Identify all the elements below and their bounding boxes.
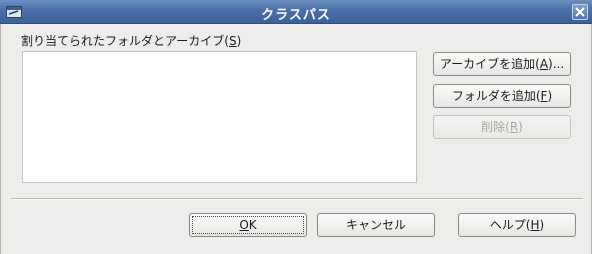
add-archive-button[interactable]: アーカイブを追加(A)... [433, 52, 571, 76]
help-button[interactable]: ヘルプ(H) [458, 213, 576, 237]
ok-button[interactable]: OK [189, 213, 307, 237]
label-prefix: 割り当てられたフォルダとアーカイブ( [21, 34, 229, 48]
remove-prefix: 削除( [481, 120, 510, 134]
remove-suffix: ) [518, 120, 523, 134]
folders-archives-label: 割り当てられたフォルダとアーカイブ(S) [21, 32, 241, 49]
label-mnemonic: S [228, 34, 237, 48]
remove-button[interactable]: 削除(R) [433, 115, 571, 139]
help-suffix: ) [539, 218, 545, 232]
label-suffix: ) [236, 34, 242, 48]
title-bar: クラスパス [0, 0, 592, 24]
classpath-dialog: 割り当てられたフォルダとアーカイブ(S) アーカイブを追加(A)... フォルダ… [0, 24, 592, 254]
cancel-button[interactable]: キャンセル [317, 213, 435, 237]
window-title: クラスパス [261, 8, 331, 23]
add-archive-prefix: アーカイブを追加( [439, 57, 540, 71]
separator [11, 198, 583, 200]
add-folder-prefix: フォルダを追加( [451, 89, 541, 103]
focus-ring: OK [192, 216, 304, 234]
add-folder-button[interactable]: フォルダを追加(F) [433, 84, 571, 108]
close-icon[interactable] [572, 4, 588, 20]
folders-archives-list[interactable] [22, 51, 417, 183]
remove-mnemonic: R [509, 120, 519, 134]
help-prefix: ヘルプ( [489, 218, 531, 232]
add-folder-suffix: ) [547, 89, 553, 103]
cancel-label: キャンセル [345, 218, 406, 232]
ok-mnemonic: O [239, 218, 249, 232]
add-archive-suffix: )... [548, 57, 565, 71]
add-archive-mnemonic: A [539, 57, 549, 71]
ok-suffix: K [248, 218, 257, 232]
help-mnemonic: H [530, 218, 540, 232]
